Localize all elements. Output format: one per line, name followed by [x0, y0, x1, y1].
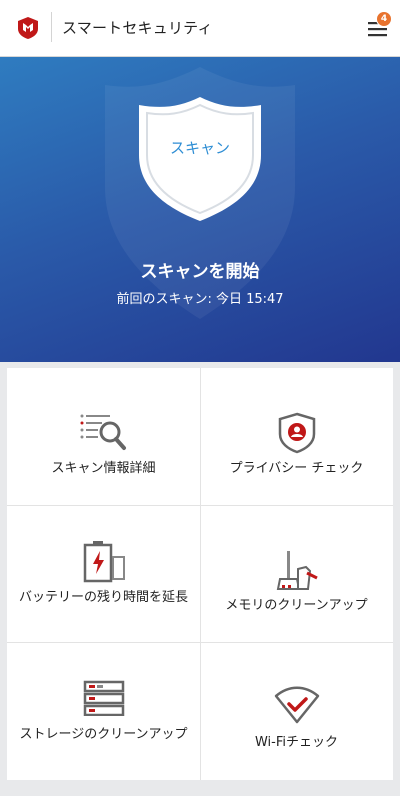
tile-label: Wi-Fiチェック — [254, 735, 338, 750]
scan-hero: スキャン スキャンを開始 前回のスキャン: 今日 15:47 — [0, 57, 400, 362]
last-scan-text: 前回のスキャン: 今日 15:47 — [116, 292, 284, 307]
broom-icon — [200, 549, 393, 595]
tile-memory-cleanup[interactable]: メモリのクリーンアップ — [200, 505, 393, 642]
wifi-check-icon — [200, 686, 393, 728]
tile-scan-details[interactable]: スキャン情報詳細 — [7, 368, 200, 505]
battery-icon — [7, 539, 200, 587]
shield-icon — [139, 97, 261, 221]
tile-privacy-check[interactable]: プライバシー チェック — [200, 368, 393, 505]
tile-storage-cleanup[interactable]: ストレージのクリーンアップ — [7, 642, 200, 779]
tile-label: バッテリーの残り時間を延長 — [18, 590, 188, 605]
privacy-shield-icon — [200, 412, 393, 458]
feature-grid: スキャン情報詳細 プライバシー チェック バッテリーの残り時間を延長 メモリのク… — [7, 368, 393, 780]
tile-label: スキャン情報詳細 — [51, 461, 156, 476]
header-divider — [51, 12, 52, 42]
scan-shield-button[interactable]: スキャン — [136, 95, 264, 223]
scan-shield-label: スキャン — [169, 139, 230, 157]
tile-label: メモリのクリーンアップ — [225, 598, 368, 613]
start-scan-title[interactable]: スキャンを開始 — [0, 257, 400, 282]
tile-label: プライバシー チェック — [229, 461, 364, 476]
mcafee-logo-icon — [18, 17, 38, 39]
tile-wifi-check[interactable]: Wi-Fiチェック — [200, 642, 393, 779]
app-title: スマートセキュリティ — [62, 19, 213, 37]
app-header: スマートセキュリティ 4 — [0, 0, 400, 57]
tile-extend-battery[interactable]: バッテリーの残り時間を延長 — [7, 505, 200, 642]
scan-details-icon — [7, 412, 200, 456]
tile-label: ストレージのクリーンアップ — [19, 727, 188, 742]
notification-badge: 4 — [376, 11, 392, 27]
storage-icon — [7, 680, 200, 720]
